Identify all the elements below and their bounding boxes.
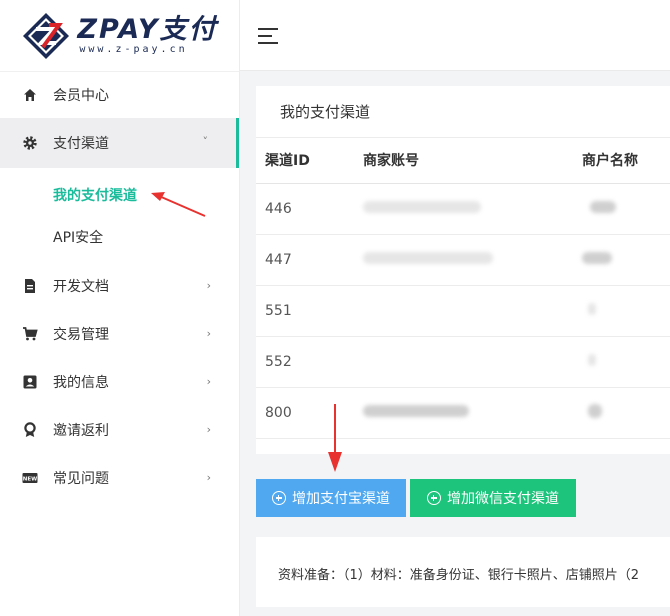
merchant-account-cell [354,183,573,235]
zpay-logo-icon [23,12,70,59]
column-header-merchant-account: 商家账号 [354,138,573,184]
payment-channels-card: 我的支付渠道 渠道ID 商家账号 商户名称 446 447 551 552 80… [256,86,670,454]
channel-id-cell: 551 [256,285,354,337]
table-header-row: 渠道ID 商家账号 商户名称 [256,138,670,184]
add-circle-icon [427,491,441,505]
user-card-icon [23,375,37,389]
svg-text:NEW: NEW [23,477,37,483]
merchant-name-cell [573,183,670,235]
sidebar-item-dev-docs[interactable]: 开发文档 › [0,262,239,310]
table-row[interactable]: 446 [256,183,670,235]
chevron-right-icon: › [206,471,211,484]
sidebar-item-payment-channels[interactable]: 支付渠道 ˅ [0,118,239,168]
merchant-name-cell [573,285,670,337]
channel-id-cell: 552 [256,336,354,388]
add-wechat-channel-button[interactable]: 增加微信支付渠道 [410,479,576,517]
add-alipay-channel-button[interactable]: 增加支付宝渠道 [256,479,406,517]
merchant-name-cell [573,234,670,286]
merchant-account-cell [354,336,573,388]
table-row[interactable]: 551 [256,285,670,337]
sidebar: ZPAY支付 www.z-pay.cn 会员中心 支付渠道 ˅ 我的支付渠道 A… [0,0,240,616]
sidebar-item-label: 常见问题 [53,471,109,487]
channel-id-cell: 447 [256,234,354,286]
top-bar [240,0,670,71]
column-header-merchant-name: 商户名称 [573,138,670,184]
chevron-right-icon: › [206,279,211,292]
redacted-account [363,404,469,417]
button-label: 增加支付宝渠道 [292,491,390,507]
table-row[interactable]: 800 [256,387,670,439]
button-label: 增加微信支付渠道 [447,491,559,507]
brand-subtitle: www.z-pay.cn [79,44,188,55]
sidebar-subitem-my-channels[interactable]: 我的支付渠道 [0,168,239,218]
sidebar-item-label: 开发文档 [53,279,109,295]
redacted-name [588,403,602,418]
merchant-name-cell [573,336,670,388]
info-card: 资料准备：（1）材料：准备身份证、银行卡照片、店铺照片（2 [256,537,670,607]
menu-toggle-icon[interactable] [258,28,278,44]
home-icon [24,89,36,101]
award-icon [24,422,36,437]
new-badge-icon: NEW [22,473,38,483]
sidebar-item-member-center[interactable]: 会员中心 [0,72,239,118]
channel-id-cell: 800 [256,387,354,439]
card-title: 我的支付渠道 [256,86,670,138]
cart-icon [23,327,38,341]
table-row[interactable]: 447 [256,234,670,286]
redacted-name [588,353,596,366]
redacted-account [363,200,481,213]
sidebar-item-referral-rebate[interactable]: 邀请返利 › [0,406,239,454]
add-circle-icon [272,491,286,505]
redacted-name [590,200,616,213]
document-icon [25,279,35,293]
channel-id-cell: 446 [256,183,354,235]
gear-icon [23,136,37,150]
column-header-channel-id: 渠道ID [256,138,354,184]
brand-logo[interactable]: ZPAY支付 www.z-pay.cn [0,0,239,72]
merchant-account-cell [354,387,573,439]
sidebar-item-faq[interactable]: NEW 常见问题 › [0,454,239,502]
sidebar-item-trade-management[interactable]: 交易管理 › [0,310,239,358]
table-row[interactable]: 552 [256,336,670,388]
merchant-account-cell [354,285,573,337]
merchant-name-cell [573,387,670,439]
chevron-right-icon: › [206,327,211,340]
sidebar-item-label: 邀请返利 [53,423,109,439]
sidebar-menu: 会员中心 支付渠道 ˅ 我的支付渠道 API安全 开发文档 › 交易管理 › 我… [0,72,239,502]
merchant-account-cell [354,234,573,286]
sidebar-subitem-api-security[interactable]: API安全 [0,218,239,256]
channels-table: 渠道ID 商家账号 商户名称 446 447 551 552 800 [256,138,670,439]
sidebar-item-label: 会员中心 [53,88,109,104]
redacted-name [588,302,596,315]
chevron-down-icon: ˅ [202,135,209,148]
sidebar-item-my-info[interactable]: 我的信息 › [0,358,239,406]
redacted-name [582,251,612,264]
sidebar-item-label: 我的信息 [53,375,109,391]
brand-title: ZPAY支付 [77,14,218,45]
chevron-right-icon: › [206,375,211,388]
redacted-account [363,251,493,264]
sidebar-item-label: 支付渠道 [53,136,109,152]
chevron-right-icon: › [206,423,211,436]
info-text: 资料准备：（1）材料：准备身份证、银行卡照片、店铺照片（2 [278,568,640,583]
sidebar-item-label: 交易管理 [53,327,109,343]
